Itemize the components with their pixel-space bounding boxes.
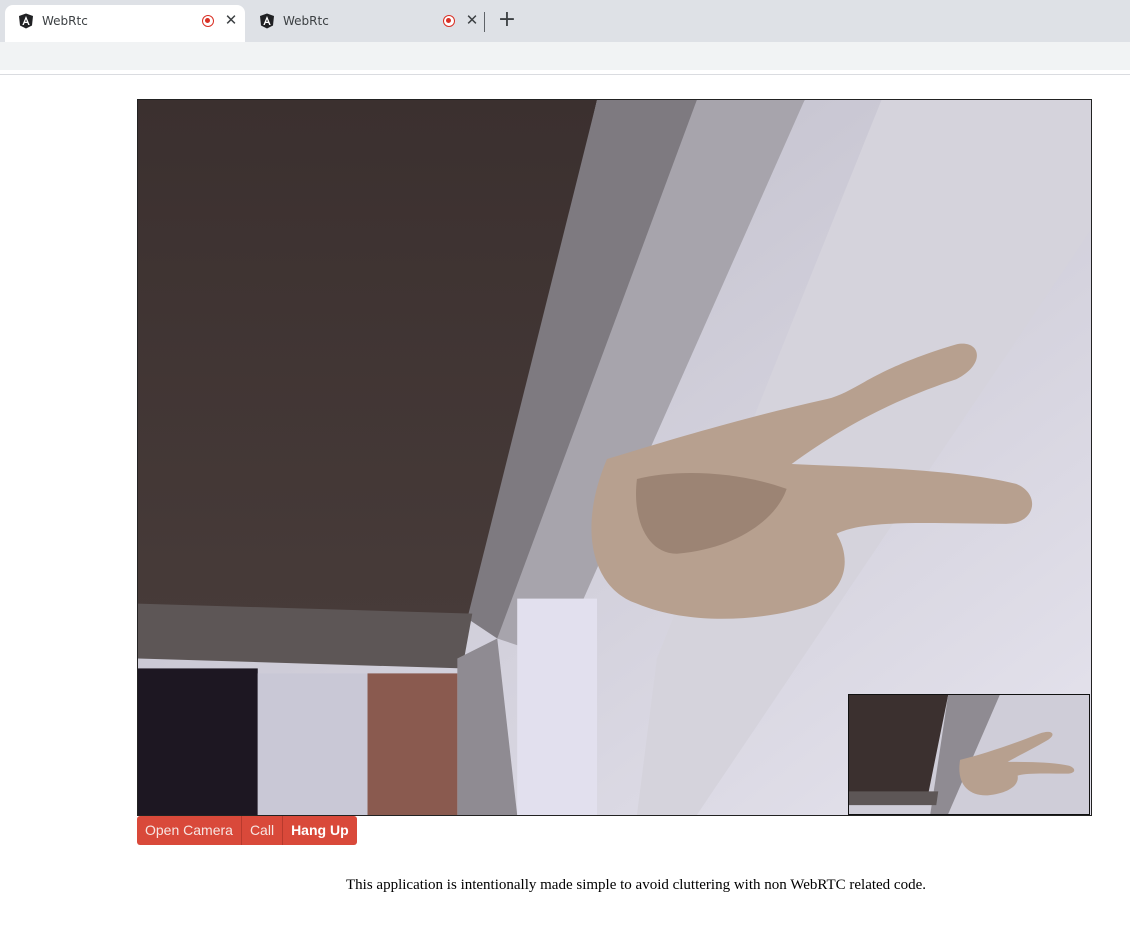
- hang-up-button[interactable]: Hang Up: [282, 816, 357, 845]
- close-icon[interactable]: ✕: [464, 11, 480, 29]
- video-feed-image: [849, 695, 1089, 814]
- close-icon[interactable]: ✕: [223, 11, 239, 29]
- recording-icon: [443, 15, 455, 27]
- tab-title: WebRtc: [42, 14, 88, 28]
- tab-webrtc-active[interactable]: WebRtc ✕: [5, 5, 245, 42]
- call-controls: Open Camera Call Hang Up: [137, 816, 357, 845]
- new-tab-button[interactable]: +: [497, 8, 517, 32]
- tab-divider: [484, 12, 485, 32]
- recording-icon: [202, 15, 214, 27]
- tab-webrtc[interactable]: WebRtc ✕: [246, 5, 486, 42]
- info-note: This application is intentionally made s…: [346, 877, 926, 893]
- call-button[interactable]: Call: [240, 816, 283, 845]
- local-video: [848, 694, 1090, 815]
- browser-tab-strip: WebRtc ✕ WebRtc ✕ +: [0, 0, 1130, 42]
- browser-toolbar: [0, 42, 1130, 70]
- tab-title: WebRtc: [283, 14, 329, 28]
- toolbar-divider: [0, 74, 1130, 75]
- angular-icon: [260, 13, 274, 29]
- open-camera-button[interactable]: Open Camera: [137, 816, 241, 845]
- angular-icon: [19, 13, 33, 29]
